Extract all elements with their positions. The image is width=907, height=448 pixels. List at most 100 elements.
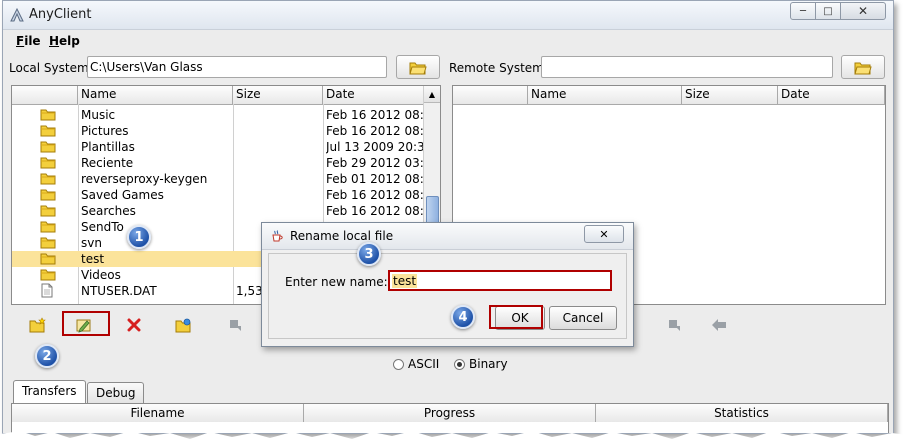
binary-label: Binary — [469, 357, 508, 371]
local-path-field[interactable]: C:\Users\Van Glass — [87, 56, 387, 78]
file-size — [236, 139, 322, 155]
transfers-col-statistics[interactable]: Statistics — [596, 404, 888, 422]
maximize-icon: □ — [823, 5, 833, 17]
file-date: Feb 16 2012 08:... — [326, 188, 426, 202]
remote-system-label: Remote System — [449, 61, 544, 75]
delete-x-icon — [127, 318, 141, 332]
folder-icon — [40, 251, 60, 267]
file-size — [236, 203, 322, 219]
table-row[interactable]: Saved Games Feb 16 2012 08:... — [12, 187, 426, 203]
menu-file[interactable]: File — [16, 34, 41, 48]
delete-button[interactable] — [123, 314, 145, 336]
file-name: Pictures — [81, 124, 129, 138]
remote-col-size[interactable]: Size — [682, 86, 778, 104]
minimize-icon: ─ — [799, 5, 807, 17]
file-name: NTUSER.DAT — [81, 284, 157, 298]
file-date: Feb 01 2012 08:... — [326, 172, 426, 186]
new-name-label: Enter new name: — [285, 275, 388, 289]
remote-list-header: Name Size Date — [453, 86, 885, 105]
folder-icon — [40, 267, 60, 283]
file-name: Searches — [81, 204, 136, 218]
folder-icon — [40, 235, 60, 251]
torn-edge — [0, 431, 907, 448]
file-size — [236, 123, 322, 139]
file-date: Jul 13 2009 20:3... — [326, 140, 426, 154]
file-name: Music — [81, 108, 116, 122]
new-name-input[interactable]: test — [388, 270, 612, 291]
remote-col-icon — [453, 86, 528, 104]
file-name: Videos — [81, 268, 121, 282]
callout-badge-4: 4 — [451, 305, 475, 329]
dialog-close-button[interactable]: ✕ — [584, 225, 624, 243]
local-col-size[interactable]: Size — [233, 86, 323, 104]
remote-col-date[interactable]: Date — [778, 86, 885, 104]
folder-icon — [40, 203, 60, 219]
dialog-body: Enter new name: test OK Cancel — [268, 253, 627, 339]
remote-path-field[interactable] — [541, 56, 833, 78]
file-size — [236, 171, 322, 187]
menu-help[interactable]: Help — [49, 34, 80, 48]
menu-file-rest: ile — [24, 34, 41, 48]
java-cup-icon — [272, 230, 283, 242]
close-icon: ✕ — [857, 4, 869, 18]
folder-icon — [40, 219, 60, 235]
local-col-icon — [12, 86, 78, 104]
close-icon: ✕ — [599, 227, 609, 241]
callout-badge-1: 1 — [127, 225, 151, 249]
dialog-title-bar: Rename local file ✕ — [262, 223, 633, 250]
folder-icon — [40, 139, 60, 155]
table-row[interactable]: reverseproxy-keygen Feb 01 2012 08:... — [12, 171, 426, 187]
local-col-date[interactable]: Date — [323, 86, 426, 104]
transfers-col-progress[interactable]: Progress — [304, 404, 596, 422]
new-folder-button[interactable] — [27, 314, 49, 336]
file-size — [236, 107, 322, 123]
table-row[interactable]: Music Feb 16 2012 08:... — [12, 107, 426, 123]
local-list-header: Name Size Date — [12, 86, 440, 105]
maximize-button[interactable]: □ — [815, 2, 841, 20]
table-row[interactable]: Reciente Feb 29 2012 03:... — [12, 155, 426, 171]
minimize-button[interactable]: ─ — [790, 2, 816, 20]
table-row[interactable]: Plantillas Jul 13 2009 20:3... — [12, 139, 426, 155]
transfer-disabled-icon — [230, 320, 241, 331]
file-name: Reciente — [81, 156, 134, 170]
app-window: AnyClient ─ □ ✕ File Help Local System C… — [2, 0, 894, 434]
folder-open-icon — [854, 62, 872, 74]
menu-file-accel: F — [16, 34, 25, 48]
dialog-title: Rename local file — [290, 229, 394, 243]
tab-debug[interactable]: Debug — [87, 382, 145, 404]
transfer-disabled-icon — [669, 320, 680, 331]
remote-browse-button[interactable] — [841, 55, 885, 79]
refresh-button[interactable] — [173, 314, 195, 336]
local-col-name[interactable]: Name — [78, 86, 233, 104]
back-arrow-button[interactable] — [708, 314, 730, 336]
file-name: test — [81, 252, 105, 266]
menu-bar: File Help — [3, 31, 893, 51]
upload-button[interactable] — [224, 314, 246, 336]
new-name-value: test — [392, 274, 418, 288]
title-bar: AnyClient ─ □ ✕ — [3, 1, 893, 30]
rename-dialog: Rename local file ✕ Enter new name: test… — [261, 222, 634, 347]
cancel-button[interactable]: Cancel — [549, 306, 617, 330]
callout-badge-2: 2 — [35, 344, 59, 368]
file-icon — [40, 283, 60, 299]
local-browse-button[interactable] — [396, 55, 440, 79]
folder-icon — [40, 107, 60, 123]
refresh-folder-icon — [175, 318, 191, 333]
table-row[interactable]: Pictures Feb 16 2012 08:... — [12, 123, 426, 139]
close-window-button[interactable]: ✕ — [840, 2, 886, 20]
folder-open-icon — [409, 62, 427, 74]
table-row[interactable]: Searches Feb 16 2012 08:... — [12, 203, 426, 219]
file-date: Feb 16 2012 08:... — [326, 108, 426, 122]
binary-radio[interactable]: Binary — [454, 357, 508, 371]
tab-transfers[interactable]: Transfers — [13, 380, 86, 404]
file-name: reverseproxy-keygen — [81, 172, 208, 186]
file-date: Feb 16 2012 08:... — [326, 124, 426, 138]
remote-col-name[interactable]: Name — [528, 86, 682, 104]
ok-highlight-box — [489, 305, 543, 329]
scroll-up-arrow-icon[interactable]: ▲ — [424, 86, 440, 103]
menu-help-rest: elp — [59, 34, 80, 48]
download-button[interactable] — [663, 314, 685, 336]
transfers-col-filename[interactable]: Filename — [12, 404, 304, 422]
ascii-radio[interactable]: ASCII — [393, 357, 439, 371]
ascii-label: ASCII — [408, 357, 440, 371]
